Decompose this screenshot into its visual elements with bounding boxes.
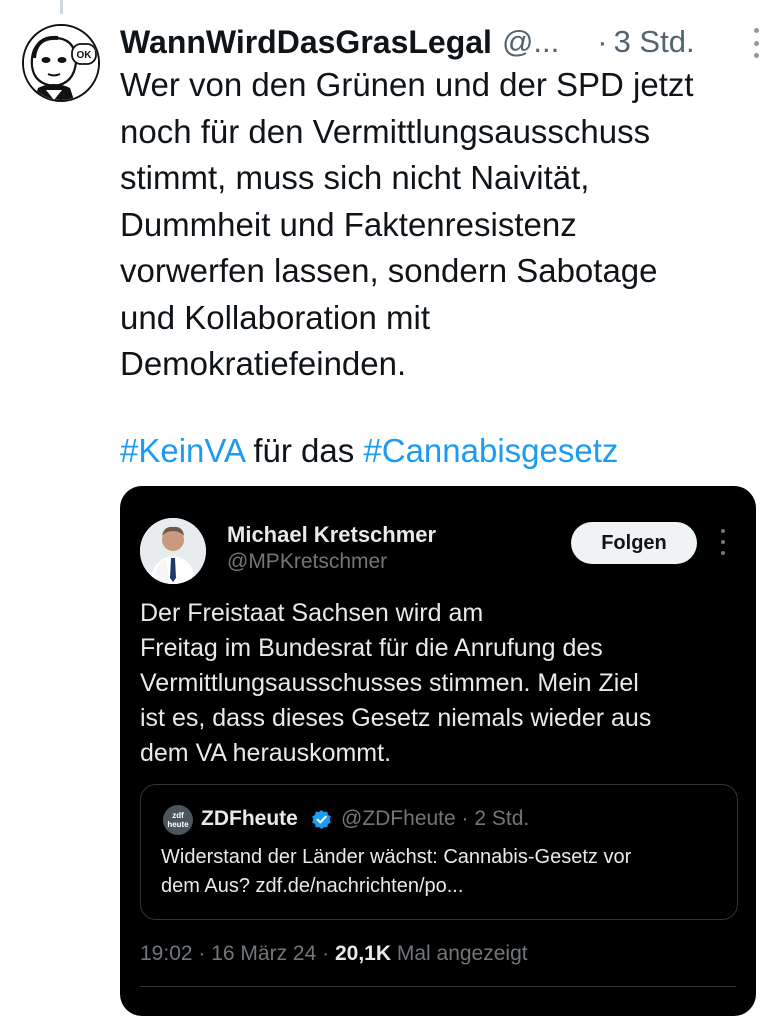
quoted-meta: @ZDFheute · 2 Std. bbox=[341, 807, 529, 831]
verified-badge-icon bbox=[312, 809, 331, 830]
embedded-more-options-icon[interactable] bbox=[720, 529, 726, 555]
embedded-text-line: Der Freistaat Sachsen wird am bbox=[140, 599, 484, 627]
thread-connector-line bbox=[60, 0, 63, 14]
tweet-text-line: vorwerfen lassen, sondern Sabotage bbox=[120, 252, 658, 289]
tweet-text-line: Demokratiefeinden. bbox=[120, 345, 407, 382]
embedded-text-line: Vermittlungsausschusses stimmen. Mein Zi… bbox=[140, 669, 639, 697]
zdfheute-logo-icon: zdf heute bbox=[163, 805, 193, 835]
tweet-text-line: und Kollaboration mit bbox=[120, 298, 431, 336]
tweet-text-line: noch für den Vermittlungsausschuss bbox=[120, 112, 651, 150]
views-count: 20,1K bbox=[334, 942, 392, 965]
quoted-author-name[interactable]: ZDFheute bbox=[201, 807, 298, 831]
avatar-badge-text: OK bbox=[77, 50, 93, 61]
tweet-text-line: Dummheit und Faktenresistenz bbox=[120, 205, 577, 243]
embedded-tweet-card[interactable]: Michael Kretschmer @MPKretschmer Folgen … bbox=[120, 486, 756, 1016]
hashtag-line: #KeinVA für das #Cannabisgesetz bbox=[120, 428, 618, 474]
follow-button[interactable]: Folgen bbox=[571, 522, 697, 564]
quoted-tweet[interactable]: zdf heute ZDFheute @ZDFheute · 2 Std. Wi… bbox=[140, 784, 738, 920]
embedded-text-line: dem VA herauskommt. bbox=[140, 739, 392, 767]
author-avatar[interactable]: OK bbox=[22, 24, 100, 102]
author-name[interactable]: WannWirdDasGrasLegal bbox=[120, 24, 492, 61]
tweet-text-line: stimmt, muss sich nicht Naivität, bbox=[120, 159, 590, 196]
quoted-author-handle[interactable]: @ZDFheute bbox=[341, 807, 456, 830]
embedded-author-handle[interactable]: @MPKretschmer bbox=[227, 550, 387, 574]
tweet-text: Wer von den Grünen und der SPD jetzt noc… bbox=[120, 62, 760, 388]
more-options-icon[interactable] bbox=[752, 28, 760, 58]
tweet-text-line: Wer von den Grünen und der SPD jetzt bbox=[120, 66, 694, 103]
author-handle[interactable]: @... bbox=[502, 24, 559, 60]
tweet-timestamp[interactable]: 3 Std. bbox=[614, 24, 695, 60]
quoted-timestamp[interactable]: 2 Std. bbox=[474, 807, 529, 830]
embedded-text-line: ist es, dass dieses Gesetz niemals wiede… bbox=[140, 704, 652, 732]
hashtag-cannabisgesetz-link[interactable]: #Cannabisgesetz bbox=[363, 432, 618, 469]
embedded-tweet-text: Der Freistaat Sachsen wird am Freitag im… bbox=[140, 596, 740, 771]
footer-separator: · bbox=[316, 942, 335, 965]
header-separator: · bbox=[597, 24, 608, 59]
embedded-tweet-footer: 19:02 · 16 März 24 · 20,1K Mal angezeigt bbox=[140, 942, 528, 966]
footer-date[interactable]: 16 März 24 bbox=[211, 942, 316, 965]
logo-text-bottom: heute bbox=[167, 820, 189, 829]
quoted-text: Widerstand der Länder wächst: Cannabis-G… bbox=[161, 843, 721, 901]
cartoon-avatar-icon: OK bbox=[24, 26, 98, 100]
quoted-separator: · bbox=[461, 807, 469, 830]
views-label: Mal angezeigt bbox=[391, 942, 528, 965]
tweet-header: WannWirdDasGrasLegal @... · 3 Std. bbox=[120, 16, 760, 68]
person-portrait-icon bbox=[140, 518, 206, 584]
card-divider bbox=[140, 986, 736, 987]
hashtag-keinva-link[interactable]: #KeinVA bbox=[120, 432, 244, 469]
footer-separator: · bbox=[192, 942, 212, 965]
quoted-text-line: Widerstand der Länder wächst: Cannabis-G… bbox=[161, 846, 632, 868]
embedded-author-name[interactable]: Michael Kretschmer bbox=[227, 522, 436, 548]
embedded-author-avatar[interactable] bbox=[140, 518, 206, 584]
hashtag-connector-text: für das bbox=[244, 432, 364, 469]
quoted-text-line: dem Aus? zdf.de/nachrichten/po... bbox=[161, 875, 464, 897]
footer-time[interactable]: 19:02 bbox=[140, 942, 193, 965]
logo-text-top: zdf bbox=[172, 811, 184, 820]
embedded-text-line: Freitag im Bundesrat für die Anrufung de… bbox=[140, 634, 603, 662]
